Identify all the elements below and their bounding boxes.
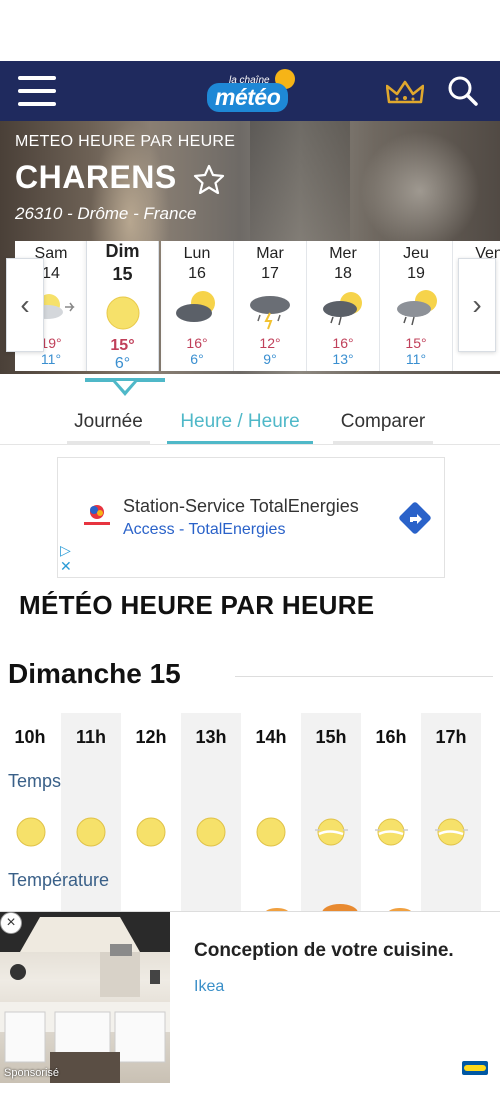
hour-column: 14h xyxy=(241,713,301,913)
day-card-jeu[interactable]: Jeu 19 15° 11° xyxy=(380,241,453,371)
sun-rain-icon xyxy=(323,292,362,326)
day-temp-min: 11° xyxy=(40,351,62,367)
weather-row-label: Temps xyxy=(8,771,62,791)
day-temp-max: 16° xyxy=(186,335,208,351)
kitchen-photo xyxy=(0,912,170,1083)
hour-column: 12h xyxy=(121,713,181,913)
section-title: MÉTÉO HEURE PAR HEURE xyxy=(19,590,375,620)
day-temp-min: 9° xyxy=(263,351,277,367)
hour-label: 13h xyxy=(195,727,227,747)
day-temp-min: 6° xyxy=(190,351,204,367)
day-name: Jeu xyxy=(403,245,429,262)
day-temp-max: 16° xyxy=(332,335,354,351)
hour-label: 16h xyxy=(375,727,407,747)
tab-journee[interactable]: Journée xyxy=(67,411,150,444)
temperature-row-label: Température xyxy=(8,870,110,890)
la-chaine-meteo-logo[interactable]: la chaîne météo xyxy=(207,67,297,117)
day-card-dim-selected[interactable]: Dim 15 15° 6° xyxy=(86,241,159,371)
sun-icon xyxy=(106,296,139,330)
hour-column: 17h xyxy=(421,713,481,913)
sun-icon xyxy=(76,817,106,847)
hero-subtitle: METEO HEURE PAR HEURE xyxy=(15,133,236,150)
hour-label: 12h xyxy=(135,727,167,747)
ad-banner-totalenergies[interactable]: Station-Service TotalEnergies Access - T… xyxy=(57,457,445,578)
ad-banner-ikea[interactable]: × Sponsorisé Conception de votre cuisine… xyxy=(0,911,500,1083)
day-selector: Sam 14 19° 11° Dim 15 15° 6° Lun 16 16° … xyxy=(15,241,500,371)
sun-wind-icon xyxy=(375,818,408,846)
hour-column: 16h xyxy=(361,713,421,913)
adchoices-icon: ▷ xyxy=(60,542,71,558)
day-title: Dimanche 15 xyxy=(8,658,181,689)
day-temp-min: 11° xyxy=(405,351,427,367)
hour-label: 17h xyxy=(435,727,467,747)
ad-brand: Ikea xyxy=(194,978,225,995)
sun-icon xyxy=(136,817,166,847)
hour-label: 14h xyxy=(255,727,287,747)
day-temp-max: 15° xyxy=(405,335,427,351)
hour-label: 10h xyxy=(14,727,46,747)
app-header: la chaîne météo xyxy=(0,61,500,121)
day-card-mar[interactable]: Mar 17 12° 9° xyxy=(234,241,307,371)
day-name: Mer xyxy=(329,245,357,262)
sun-rain-icon xyxy=(397,290,437,326)
sponsored-label: Sponsorisé xyxy=(4,1067,60,1079)
day-date: 17 xyxy=(261,265,279,282)
ad-choices[interactable]: ▷ ✕ xyxy=(60,542,72,574)
hour-label: 11h xyxy=(75,727,107,747)
bottom-bar xyxy=(0,1083,500,1111)
sun-icon xyxy=(256,817,286,847)
sun-cloud-icon xyxy=(176,291,215,322)
location-text: 26310 - Drôme - France xyxy=(15,204,197,223)
directions-icon[interactable] xyxy=(398,501,432,535)
hour-column: 15h xyxy=(301,713,361,913)
logo-big-text: météo xyxy=(207,83,289,112)
day-name: Mar xyxy=(256,245,284,262)
city-name: CHARENS xyxy=(15,159,177,195)
sun-icon xyxy=(196,817,226,847)
chevron-right-icon: › xyxy=(472,289,482,320)
hourly-forecast: 10h 11h 12h 13h 14h 15h 16h 17h Temps Te… xyxy=(0,713,500,913)
view-tabs: Journée Heure / Heure Comparer xyxy=(0,405,500,445)
tab-heure-heure[interactable]: Heure / Heure xyxy=(167,411,313,444)
thunderstorm-icon xyxy=(250,296,290,330)
totalenergies-logo xyxy=(84,505,110,525)
close-ad-icon[interactable]: × xyxy=(0,912,22,934)
day-date: 16 xyxy=(188,265,206,282)
day-date: 15 xyxy=(112,264,133,284)
search-icon[interactable] xyxy=(446,74,480,108)
hour-column: 13h xyxy=(181,713,241,913)
ad-title: Conception de votre cuisine. xyxy=(194,940,454,961)
close-ad-icon[interactable]: ✕ xyxy=(60,558,72,574)
ikea-logo xyxy=(462,1061,488,1075)
tab-comparer[interactable]: Comparer xyxy=(333,411,433,444)
day-temp-max: 12° xyxy=(259,335,281,351)
divider xyxy=(235,676,493,677)
sun-icon xyxy=(16,817,46,847)
day-name: Dim xyxy=(105,241,140,261)
day-date: 19 xyxy=(407,265,425,282)
hour-label: 15h xyxy=(315,727,347,747)
sun-wind-icon xyxy=(435,818,468,846)
chevron-left-icon: ‹ xyxy=(20,289,30,320)
ad-subtitle: Access - TotalEnergies xyxy=(123,521,286,538)
next-day-button[interactable]: › xyxy=(458,258,496,352)
prev-day-button[interactable]: ‹ xyxy=(6,258,44,352)
day-card-lun[interactable]: Lun 16 16° 6° xyxy=(161,241,234,371)
day-date: 18 xyxy=(334,265,352,282)
ad-title: Station-Service TotalEnergies xyxy=(123,496,359,516)
day-card-mer[interactable]: Mer 18 16° 13° xyxy=(307,241,380,371)
status-bar xyxy=(0,0,500,61)
day-name: Lun xyxy=(183,245,211,262)
sun-wind-icon xyxy=(315,818,348,846)
day-temp-min: 6° xyxy=(114,355,131,371)
hamburger-menu-button[interactable] xyxy=(18,76,56,106)
crown-icon[interactable] xyxy=(386,80,424,108)
day-temp-max: 15° xyxy=(110,337,135,354)
day-temp-min: 13° xyxy=(332,351,354,367)
favorite-star-icon[interactable] xyxy=(193,164,225,194)
